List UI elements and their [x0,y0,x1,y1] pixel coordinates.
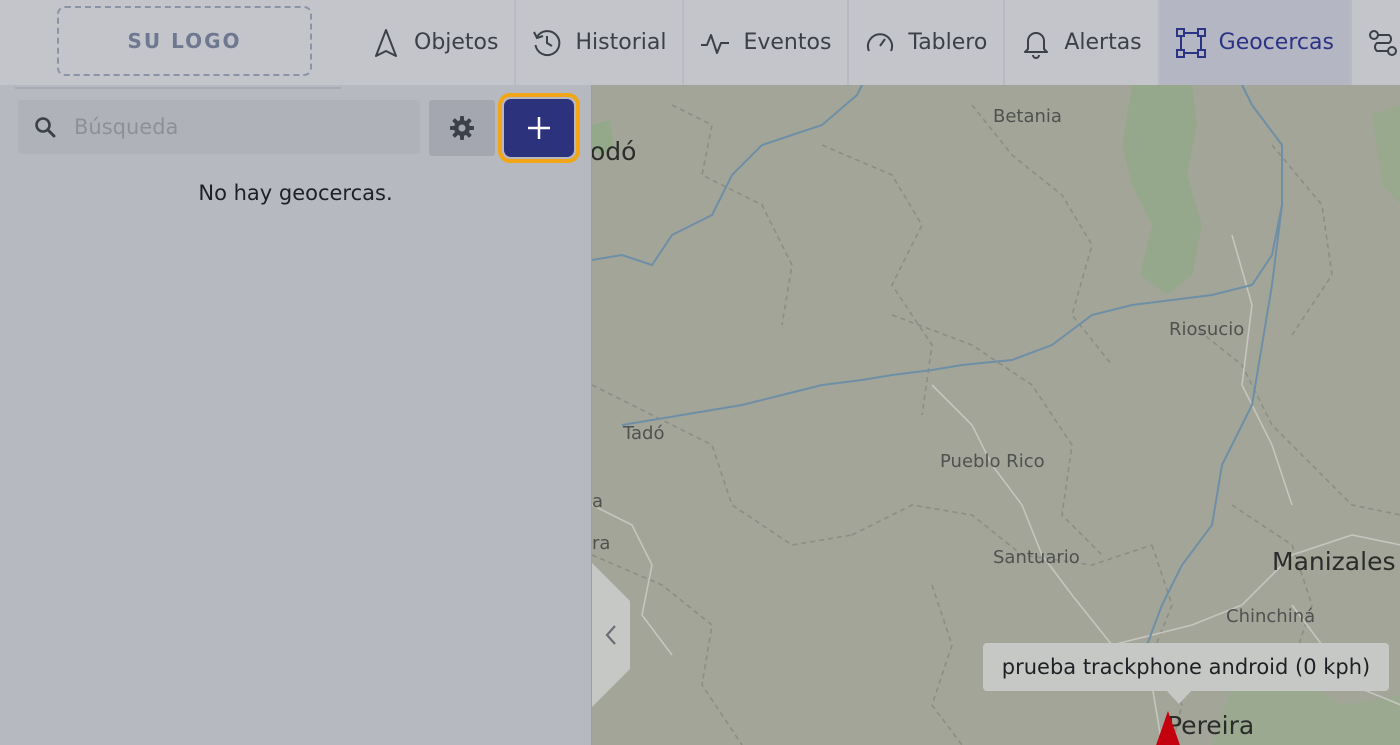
place-label: Betania [993,106,1062,127]
nav-label: Tablero [908,30,988,55]
search-input[interactable] [74,100,414,154]
gauge-icon [867,32,894,51]
gear-icon [450,116,474,140]
place-label: ra [592,533,611,554]
main-nav: Objetos Historial Eventos Tablero Alerta… [355,0,1400,85]
add-geofence-button[interactable] [498,93,580,163]
logo-placeholder[interactable]: SU LOGO [57,6,312,76]
nav-label: Eventos [743,30,832,55]
search-icon [35,117,56,138]
nav-item-geocercas[interactable]: Geocercas [1157,0,1350,85]
plus-icon [528,117,550,139]
place-label: odó [591,137,637,166]
place-label: Tadó [623,423,665,444]
nav-item-rutas[interactable]: R [1349,0,1400,85]
top-navigation-bar: SU LOGO Objetos Historial Eventos Tabler… [0,0,1400,85]
place-label: Santuario [993,547,1080,568]
nav-label: Alertas [1064,30,1142,55]
place-label: Manizales [1272,547,1396,576]
nav-item-eventos[interactable]: Eventos [682,0,847,85]
logo-text: SU LOGO [127,29,242,53]
geofence-square-icon [1175,27,1206,58]
nav-item-tablero[interactable]: Tablero [847,0,1003,85]
collapse-panel-tab[interactable] [592,563,630,707]
place-label: Chinchiná [1226,606,1316,627]
map-view[interactable]: odó Betania Riosucio Tadó Pueblo Rico a … [591,85,1400,745]
nav-item-historial[interactable]: Historial [514,0,682,85]
place-label: Pueblo Rico [940,451,1045,472]
nav-label: Historial [575,30,667,55]
place-label: a [592,491,604,512]
bell-icon [1024,31,1049,59]
add-button-face [504,99,574,157]
tooltip-arrow [1166,690,1192,704]
nav-item-alertas[interactable]: Alertas [1003,0,1157,85]
device-marker-icon[interactable] [1154,711,1182,745]
place-label: Riosucio [1169,319,1245,340]
geofence-sidebar: No hay geocercas. [0,85,591,745]
route-icon [1368,29,1397,56]
history-icon [533,29,561,56]
search-box [18,100,420,154]
nav-label: Geocercas [1218,30,1334,55]
navigation-arrow-icon [375,28,397,57]
nav-item-objetos[interactable]: Objetos [355,0,514,85]
nav-label: Objetos [414,30,499,55]
activity-pulse-icon [701,33,730,54]
divider [15,87,341,89]
empty-message: No hay geocercas. [198,181,393,205]
device-tooltip: prueba trackphone android (0 kph) [983,643,1389,691]
settings-button[interactable] [429,100,495,156]
